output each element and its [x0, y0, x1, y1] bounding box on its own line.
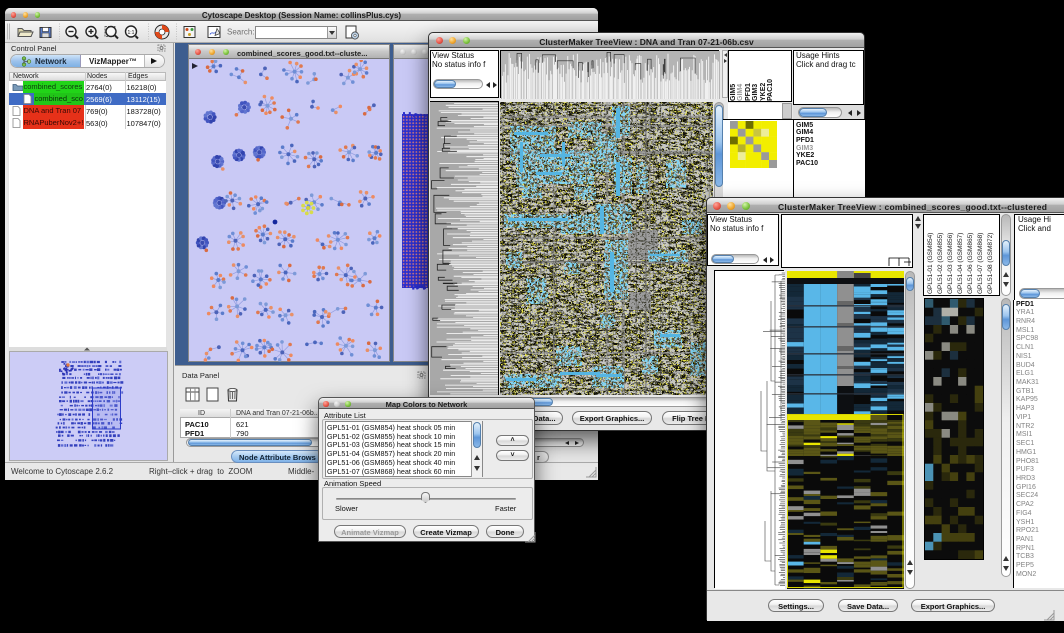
svg-text:1:1: 1:1	[128, 30, 135, 36]
svg-text:Search:: Search:	[227, 28, 255, 37]
